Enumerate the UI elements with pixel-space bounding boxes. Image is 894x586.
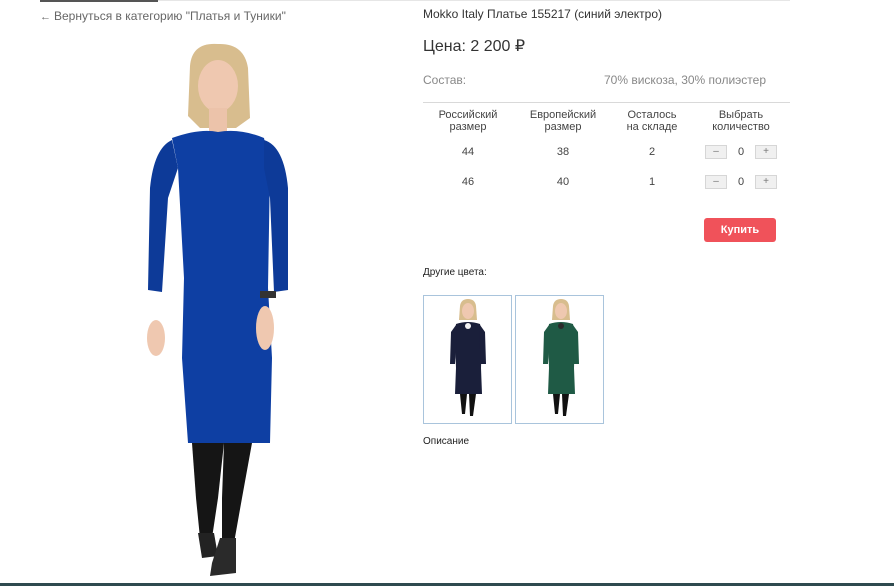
color-thumbnail-navy[interactable] [423,295,512,424]
stock-cell: 1 [648,176,656,188]
ru-size-cell: 46 [461,176,475,188]
header-eu-size: Европейский размер [529,109,597,133]
header-ru-size: Российский размер [438,109,498,133]
back-link-label: Вернуться в категорию "Платья и Туники" [54,9,286,23]
decrease-button[interactable]: – [705,175,727,189]
quantity-value: 0 [737,176,745,188]
sizes-table: Российский размер Европейский размер Остал… [423,109,791,197]
quantity-cell: – 0 + [691,167,791,197]
table-row: 46 40 1 – 0 + [423,167,791,197]
sizes-table-header: Российский размер Европейский размер Остал… [423,109,791,137]
ru-size-cell: 44 [461,146,475,158]
eu-size-cell: 40 [556,176,570,188]
increase-button[interactable]: + [755,145,777,159]
description-label: Описание [423,436,470,447]
header-stock: Осталось на складе [626,109,678,133]
quantity-stepper: – 0 + [705,175,777,189]
other-colors-label: Другие цвета: [423,267,487,278]
active-tab-indicator [40,0,158,2]
table-row: 44 38 2 – 0 + [423,137,791,167]
arrow-left-icon: ← [40,11,51,23]
increase-button[interactable]: + [755,175,777,189]
quantity-cell: – 0 + [691,137,791,167]
quantity-stepper: – 0 + [705,145,777,159]
eu-size-cell: 38 [556,146,570,158]
buy-button[interactable]: Купить [704,218,776,242]
product-price: Цена: 2 200 ₽ [423,38,526,55]
quantity-value: 0 [737,146,745,158]
stock-cell: 2 [648,146,656,158]
composition-value: 70% вискоза, 30% полиэстер [604,73,766,87]
product-title: Mokko Italy Платье 155217 (синий электро… [423,7,663,21]
composition-label: Состав: [423,73,467,87]
product-main-photo[interactable] [100,28,340,583]
section-divider [423,102,790,103]
decrease-button[interactable]: – [705,145,727,159]
header-quantity: Выбрать количество [712,109,770,133]
color-thumbnail-green[interactable] [515,295,604,424]
back-to-category-link[interactable]: ← Вернуться в категорию "Платья и Туники" [40,9,286,23]
